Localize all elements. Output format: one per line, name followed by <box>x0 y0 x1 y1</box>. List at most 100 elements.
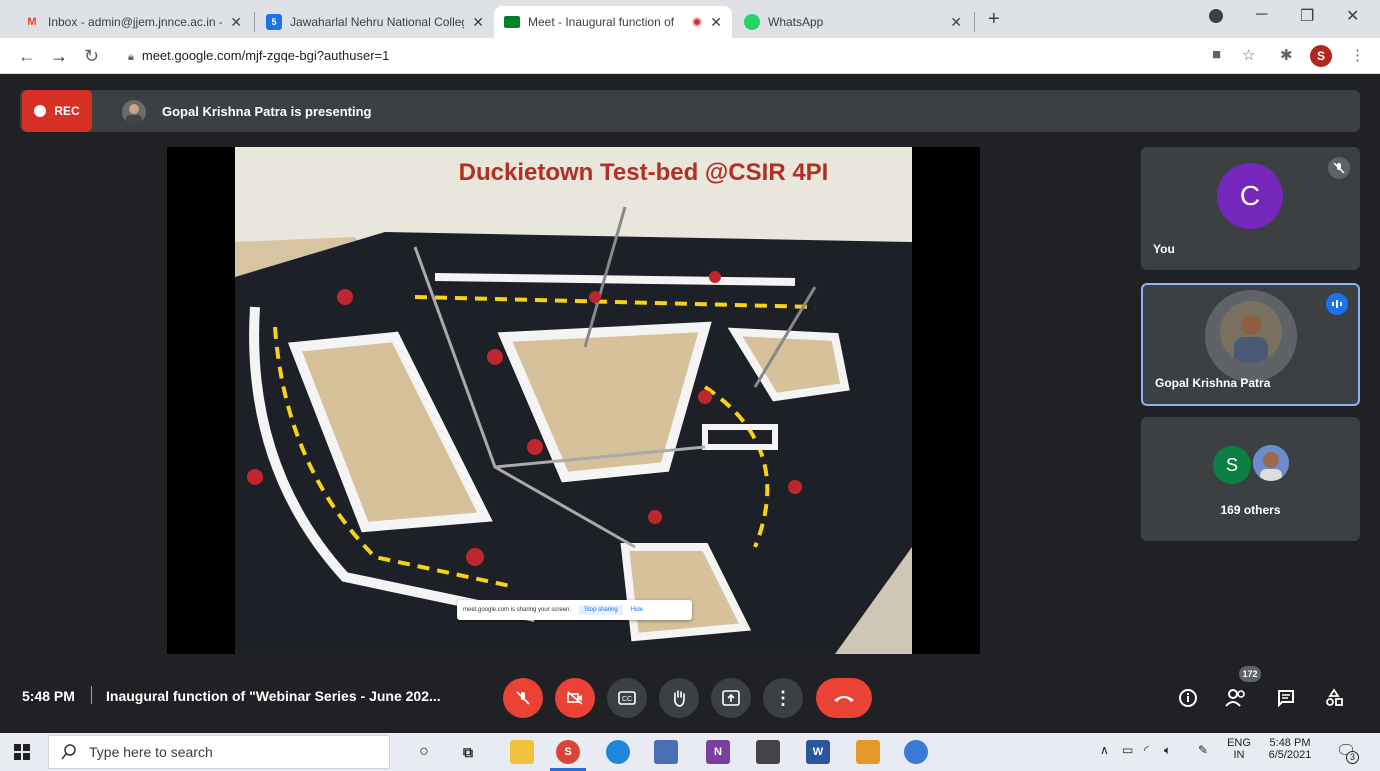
camera-toggle-button[interactable] <box>555 678 595 718</box>
calendar-icon: 5 <box>266 14 282 30</box>
cortana-icon[interactable]: ○ <box>412 740 436 764</box>
hangup-icon <box>834 696 854 702</box>
file-explorer-icon[interactable] <box>510 740 534 764</box>
chat-icon <box>1278 690 1294 708</box>
task-view-icon[interactable]: ⧉ <box>456 740 480 764</box>
new-tab-button[interactable]: + <box>988 8 1000 31</box>
back-button[interactable]: ← <box>18 46 36 67</box>
profile-avatar[interactable]: S <box>1310 45 1332 67</box>
tab-whatsapp[interactable]: WhatsApp ✕ <box>734 6 972 38</box>
people-button[interactable] <box>1222 684 1250 712</box>
mic-toggle-button[interactable] <box>503 678 543 718</box>
shapes-icon <box>1326 688 1343 706</box>
gmail-icon: M <box>27 16 37 28</box>
forward-button[interactable]: → <box>50 46 68 67</box>
slide-title: Duckietown Test-bed @CSIR 4PI <box>458 159 829 186</box>
close-icon[interactable]: ✕ <box>710 14 722 31</box>
tab-meet[interactable]: Meet - Inaugural function of ✕ <box>494 6 732 38</box>
browser-tab-bar: M Inbox - admin@jjem.jnnce.ac.in - ✕ 5 J… <box>0 0 1380 38</box>
others-count-label: 169 others <box>1220 503 1281 517</box>
mic-off-icon <box>516 691 530 705</box>
duckietown-photo <box>235 147 912 654</box>
speaking-indicator-icon <box>1326 293 1348 315</box>
tab-divider <box>974 12 975 32</box>
battery-icon[interactable]: ▭ <box>1122 743 1133 757</box>
bookmark-star-icon[interactable]: ☆ <box>1242 46 1255 64</box>
volume-icon[interactable]: 🔈︎ <box>1164 743 1171 758</box>
paint-icon[interactable] <box>856 740 880 764</box>
region-label: IN <box>1233 749 1245 761</box>
stop-sharing-button[interactable]: Stop sharing <box>579 605 623 615</box>
menu-icon[interactable]: ⋮ <box>1350 46 1365 64</box>
more-options-button[interactable]: ⋮ <box>763 678 803 718</box>
tab-gmail[interactable]: M Inbox - admin@jjem.jnnce.ac.in - ✕ <box>14 6 252 38</box>
present-button[interactable] <box>711 678 751 718</box>
info-icon <box>1179 689 1197 707</box>
clock-time: 5:48 PM <box>1269 737 1311 749</box>
whatsapp-icon <box>744 14 760 30</box>
meeting-details-button[interactable] <box>1174 684 1202 712</box>
tab-title: Meet - Inaugural function of <box>528 15 675 29</box>
tab-title: Jawaharlal Nehru National Colleg <box>290 15 465 29</box>
clock-date: 6/5/2021 <box>1268 749 1312 761</box>
captions-button[interactable]: CC <box>607 678 647 718</box>
word-doc-icon[interactable] <box>654 740 678 764</box>
close-icon[interactable]: ✕ <box>472 14 484 31</box>
restore-button[interactable]: ❐ <box>1300 6 1314 26</box>
mic-off-icon <box>1328 157 1350 179</box>
reload-button[interactable]: ↻ <box>84 46 99 67</box>
wifi-icon[interactable]: ◜ <box>1144 743 1149 757</box>
hide-button[interactable]: Hide <box>631 607 643 613</box>
participant-name: You <box>1153 242 1175 256</box>
recording-dot-icon <box>692 17 703 27</box>
show-hidden-icons[interactable]: ∧ <box>1100 743 1109 757</box>
slide-image: Duckietown Test-bed @CSIR 4PI meet.googl… <box>235 147 912 654</box>
address-bar: ← → ↻ 🔒︎ meet.google.com/mjf-zgqe-bgi?aut… <box>0 38 1380 74</box>
camera-icon[interactable]: ■ <box>1212 46 1221 63</box>
activities-button[interactable] <box>1320 684 1348 712</box>
lock-icon: 🔒︎ <box>128 51 134 63</box>
settings-app-icon[interactable] <box>904 740 928 764</box>
raise-hand-button[interactable] <box>659 678 699 718</box>
participant-count-badge: 172 <box>1239 666 1261 682</box>
extensions-icon[interactable]: ✱ <box>1280 46 1293 64</box>
close-icon[interactable]: ✕ <box>230 14 242 31</box>
notification-count: 3 <box>1346 751 1359 764</box>
participant-name: Gopal Krishna Patra <box>1155 376 1271 390</box>
meeting-title: Inaugural function of "Webinar Series - … <box>106 688 441 704</box>
pen-icon[interactable]: ✎ <box>1198 743 1208 757</box>
windows-start-icon[interactable] <box>14 744 30 760</box>
taskbar-search-box[interactable]: Type here to search <box>48 735 390 769</box>
edge-icon[interactable] <box>606 740 630 764</box>
store-icon[interactable] <box>756 740 780 764</box>
tab-title: Inbox - admin@jjem.jnnce.ac.in - <box>48 15 223 29</box>
chat-button[interactable] <box>1272 684 1300 712</box>
close-icon[interactable]: ✕ <box>950 14 962 31</box>
language-indicator[interactable]: ENG IN <box>1226 737 1252 761</box>
url-field[interactable]: 🔒︎ meet.google.com/mjf-zgqe-bgi?authuser=… <box>128 48 389 64</box>
notification-center-icon[interactable]: 🗨︎ 3 <box>1336 741 1359 764</box>
presenter-avatar <box>122 100 146 124</box>
close-window-button[interactable]: ✕ <box>1346 6 1359 26</box>
participant-tile-you[interactable]: C You <box>1141 147 1360 270</box>
leave-call-button[interactable] <box>816 678 872 718</box>
avatar <box>1251 443 1291 483</box>
recording-indicator[interactable]: REC <box>22 90 92 132</box>
meet-control-bar: 5:48 PM Inaugural function of "Webinar S… <box>0 648 1380 732</box>
tab-search-icon[interactable] <box>1209 9 1223 23</box>
tab-divider <box>254 12 255 32</box>
tab-college[interactable]: 5 Jawaharlal Nehru National Colleg ✕ <box>256 6 494 38</box>
captions-icon: CC <box>618 691 636 705</box>
hand-icon <box>674 690 685 707</box>
people-icon <box>1225 689 1245 707</box>
meeting-clock: 5:48 PM <box>22 688 75 704</box>
chrome-icon[interactable]: S <box>556 740 580 764</box>
word-icon[interactable]: W <box>806 740 830 764</box>
participant-tile-others[interactable]: S 169 others <box>1141 417 1360 541</box>
system-clock[interactable]: 5:48 PM 6/5/2021 <box>1262 737 1318 761</box>
search-icon <box>61 744 76 760</box>
onenote-icon[interactable]: N <box>706 740 730 764</box>
minimize-button[interactable]: ─ <box>1256 6 1267 24</box>
participant-tile-presenter[interactable]: Gopal Krishna Patra <box>1141 283 1360 406</box>
language-label: ENG <box>1227 737 1251 749</box>
